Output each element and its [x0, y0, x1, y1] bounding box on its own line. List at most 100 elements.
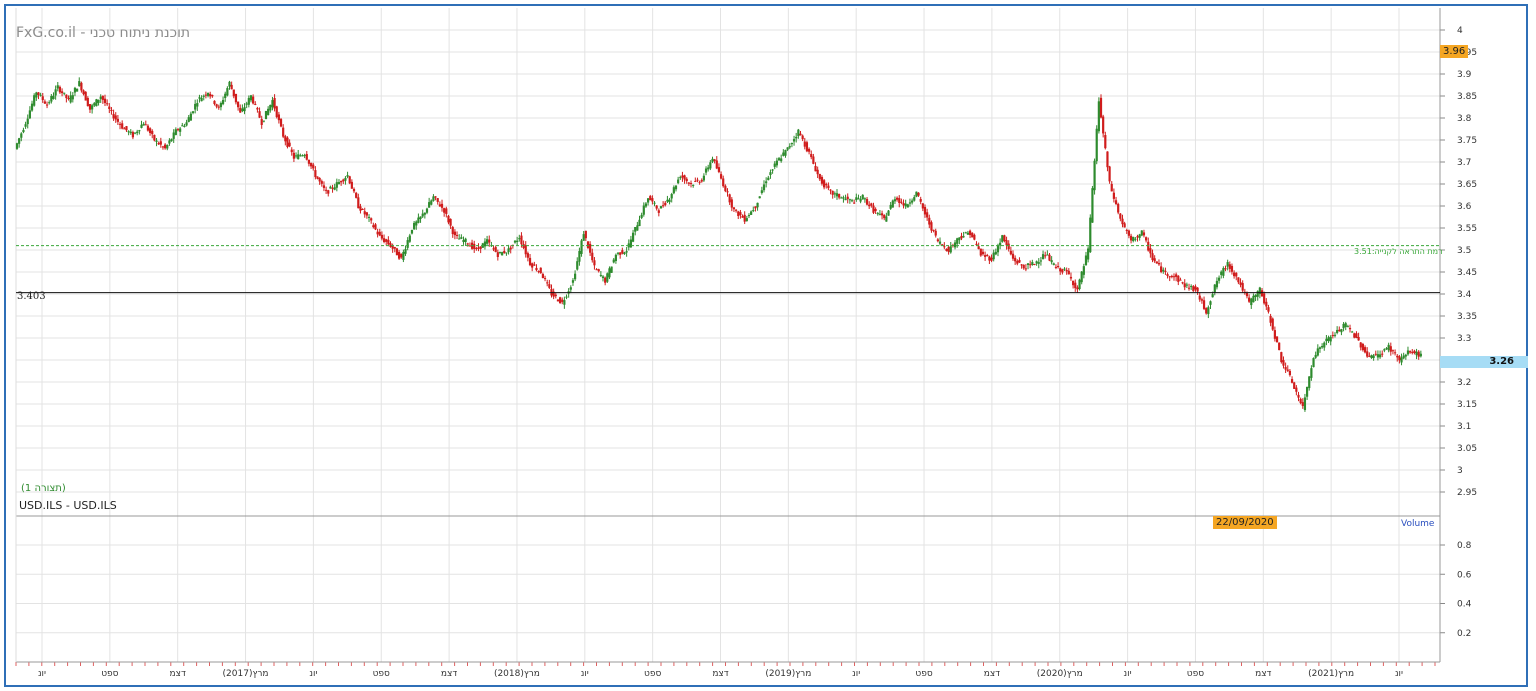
candle-body: [584, 230, 587, 239]
candle-body: [1286, 369, 1289, 371]
view-config-label[interactable]: (תצורה 1): [21, 483, 66, 494]
candle-body: [138, 130, 141, 132]
candle-body: [805, 142, 809, 152]
candle-body: [52, 95, 55, 100]
candle-body: [1050, 260, 1053, 263]
candle-body: [1044, 255, 1047, 257]
candle-body: [1187, 287, 1191, 289]
candle-body: [1312, 358, 1315, 368]
y-tick-label: 3.35: [1457, 312, 1477, 322]
volume-tick-label: 0.2: [1457, 629, 1471, 639]
candle-body: [1353, 333, 1356, 338]
candle-body: [249, 95, 253, 101]
candle-body: [672, 187, 675, 194]
candle-body: [1213, 284, 1216, 293]
candle-body: [1260, 290, 1264, 297]
candlestick-chart[interactable]: 43.953.93.853.83.753.73.653.63.553.53.45…: [0, 0, 1536, 691]
candle-body: [936, 239, 939, 242]
candle-body: [230, 84, 233, 90]
candle-body: [833, 193, 836, 195]
candle-body: [301, 155, 304, 157]
candle-body: [492, 248, 495, 250]
grid-layer: [16, 8, 1440, 662]
candle-body: [1183, 283, 1186, 288]
candle-body: [269, 104, 272, 111]
candle-body: [1177, 275, 1180, 282]
candle-body: [76, 88, 79, 92]
candle-body: [434, 196, 437, 198]
candle-body: [217, 106, 220, 108]
candle-body: [1117, 203, 1120, 213]
candle-body: [1248, 297, 1251, 302]
candle-body: [846, 196, 849, 200]
candle-body: [621, 250, 624, 254]
candle-body: [428, 202, 431, 208]
candle-body: [382, 238, 386, 242]
candle-body: [282, 127, 285, 137]
candle-body: [988, 256, 991, 261]
candle-body: [127, 131, 130, 133]
candle-body: [239, 107, 242, 113]
candle-body: [1080, 271, 1083, 283]
candle-body: [252, 96, 255, 104]
candle-body: [131, 132, 135, 138]
candle-body: [1059, 268, 1062, 272]
candle-body: [1252, 295, 1255, 303]
candle-body: [915, 191, 918, 197]
candle-body: [595, 269, 598, 271]
candle-body: [279, 119, 283, 127]
candle-body: [1020, 264, 1023, 266]
candle-body: [958, 237, 961, 241]
candle-body: [930, 222, 933, 231]
candle-body: [1087, 248, 1090, 260]
candle-body: [1091, 188, 1094, 223]
candle-body: [799, 133, 802, 136]
candle-body: [440, 203, 444, 208]
candle-body: [1106, 151, 1109, 168]
candle-body: [507, 248, 510, 253]
candle-body: [640, 214, 643, 218]
candle-body: [1348, 327, 1352, 330]
candle-body: [713, 159, 716, 161]
candle-body: [325, 189, 328, 191]
candle-body: [739, 212, 742, 216]
candle-body: [1233, 272, 1236, 277]
candle-body: [919, 199, 922, 202]
candle-body: [666, 199, 669, 202]
candle-body: [649, 196, 652, 201]
candle-body: [797, 129, 800, 137]
candle-body: [1273, 330, 1276, 339]
candle-body: [498, 251, 502, 253]
candle-body: [93, 103, 96, 106]
candle-body: [215, 104, 218, 107]
candle-body: [258, 111, 261, 118]
candle-body: [400, 253, 403, 258]
x-tick-label: ספט: [644, 669, 661, 679]
candle-body: [350, 181, 353, 189]
candle-body: [1194, 286, 1197, 290]
candle-body: [123, 128, 126, 130]
candle-body: [1089, 217, 1092, 253]
x-tick-label: דצמ: [1255, 669, 1271, 679]
candle-body: [1151, 253, 1154, 261]
candle-body: [1327, 337, 1330, 341]
candle-body: [709, 162, 712, 169]
candle-body: [535, 267, 538, 271]
x-tick-label: יונ: [309, 669, 317, 679]
candle-body: [118, 123, 122, 125]
candle-body: [271, 100, 274, 108]
candle-body: [586, 241, 590, 248]
candle-body: [48, 102, 51, 104]
candle-body: [790, 143, 794, 145]
candle-body: [1372, 355, 1375, 359]
candle-body: [971, 232, 974, 238]
candle-body: [367, 216, 371, 218]
candle-body: [1108, 166, 1111, 182]
candle-body: [344, 177, 347, 181]
candle-body: [1336, 329, 1339, 333]
candle-body: [1018, 259, 1021, 263]
candle-body: [1230, 265, 1234, 272]
candle-body: [1280, 352, 1283, 363]
candle-body: [1314, 354, 1317, 358]
candle-body: [228, 81, 231, 87]
